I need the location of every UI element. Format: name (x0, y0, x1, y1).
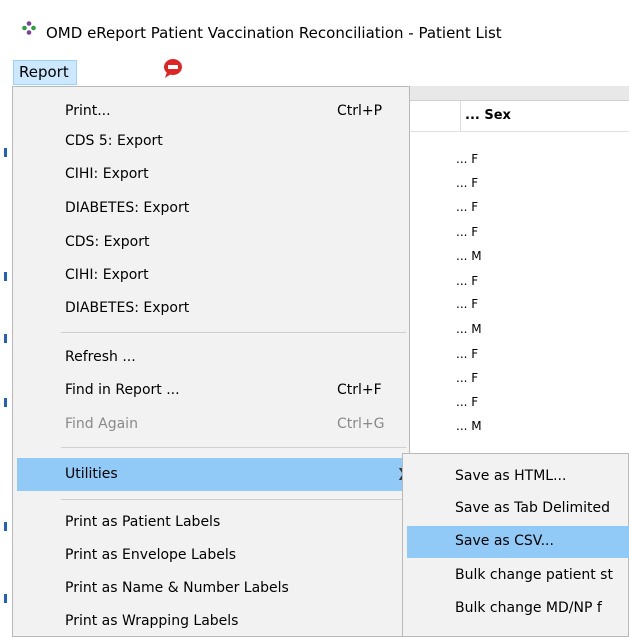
grid-header-row: ... Sex (408, 101, 629, 132)
table-row[interactable]: ... F (456, 347, 478, 361)
menu-item-cihi-export[interactable]: CIHI: Export (17, 160, 405, 190)
menu-item-cds-export[interactable]: CDS: Export (17, 228, 405, 258)
app-logo-icon (22, 21, 36, 35)
menu-item-utilities[interactable]: Utilities ❯ (17, 458, 407, 491)
menu-separator (61, 332, 406, 333)
table-row[interactable]: ... F (456, 274, 478, 288)
column-separator[interactable] (460, 101, 461, 131)
window-title: OMD eReport Patient Vaccination Reconcil… (46, 24, 502, 42)
menu-item-print-wrapping-labels[interactable]: Print as Wrapping Labels (17, 607, 405, 637)
menu-item-bulk-change-patient-status[interactable]: Bulk change patient st (407, 560, 629, 592)
report-dropdown-menu: Print... Ctrl+P CDS 5: Export CIHI: Expo… (12, 86, 410, 637)
row-marker (4, 334, 7, 343)
row-marker (4, 522, 7, 531)
utilities-submenu: Save as HTML... Save as Tab Delimited Sa… (402, 453, 629, 637)
table-row[interactable]: ... M (456, 322, 482, 336)
table-row[interactable]: ... F (456, 297, 478, 311)
menu-item-bulk-change-mdnp[interactable]: Bulk change MD/NP f (407, 593, 629, 625)
table-row[interactable]: ... F (456, 176, 478, 190)
menu-item-print-envelope-labels[interactable]: Print as Envelope Labels (17, 541, 405, 571)
row-marker (4, 594, 7, 603)
menu-item-cihi-export-2[interactable]: CIHI: Export (17, 261, 405, 291)
menu-separator (61, 499, 406, 500)
menu-item-print[interactable]: Print... Ctrl+P (17, 97, 405, 127)
menu-bar (0, 56, 629, 86)
table-row[interactable]: ... M (456, 249, 482, 263)
row-marker (4, 148, 7, 157)
table-row[interactable]: ... F (456, 200, 478, 214)
menu-item-print-patient-labels[interactable]: Print as Patient Labels (17, 508, 405, 538)
table-row[interactable]: ... F (456, 225, 478, 239)
column-header-sex[interactable]: ... Sex (465, 108, 511, 123)
row-marker (4, 398, 7, 407)
table-row[interactable]: ... F (456, 395, 478, 409)
menu-item-diabetes-export[interactable]: DIABETES: Export (17, 194, 405, 224)
table-row[interactable]: ... M (456, 419, 482, 433)
menu-item-print-name-number-labels[interactable]: Print as Name & Number Labels (17, 574, 405, 604)
table-row[interactable]: ... F (456, 152, 478, 166)
row-marker (4, 272, 7, 281)
grid-header-strip (408, 86, 629, 101)
close-icon[interactable] (160, 57, 187, 79)
menu-item-find-in-report[interactable]: Find in Report ... Ctrl+F (17, 376, 405, 406)
menu-separator (61, 447, 406, 448)
menu-item-find-again: Find Again Ctrl+G (65, 416, 385, 432)
menu-item-save-as-csv[interactable]: Save as CSV... (407, 526, 629, 558)
title-bar: OMD eReport Patient Vaccination Reconcil… (0, 0, 629, 56)
menu-item-save-as-tab-delimited[interactable]: Save as Tab Delimited (407, 493, 629, 525)
menu-item-cds5-export[interactable]: CDS 5: Export (17, 127, 405, 157)
menu-item-save-as-html[interactable]: Save as HTML... (407, 461, 629, 493)
menu-item-refresh[interactable]: Refresh ... (17, 343, 405, 373)
table-row[interactable]: ... F (456, 371, 478, 385)
menu-report[interactable]: Report (13, 60, 77, 85)
menu-item-diabetes-export-2[interactable]: DIABETES: Export (17, 294, 405, 324)
